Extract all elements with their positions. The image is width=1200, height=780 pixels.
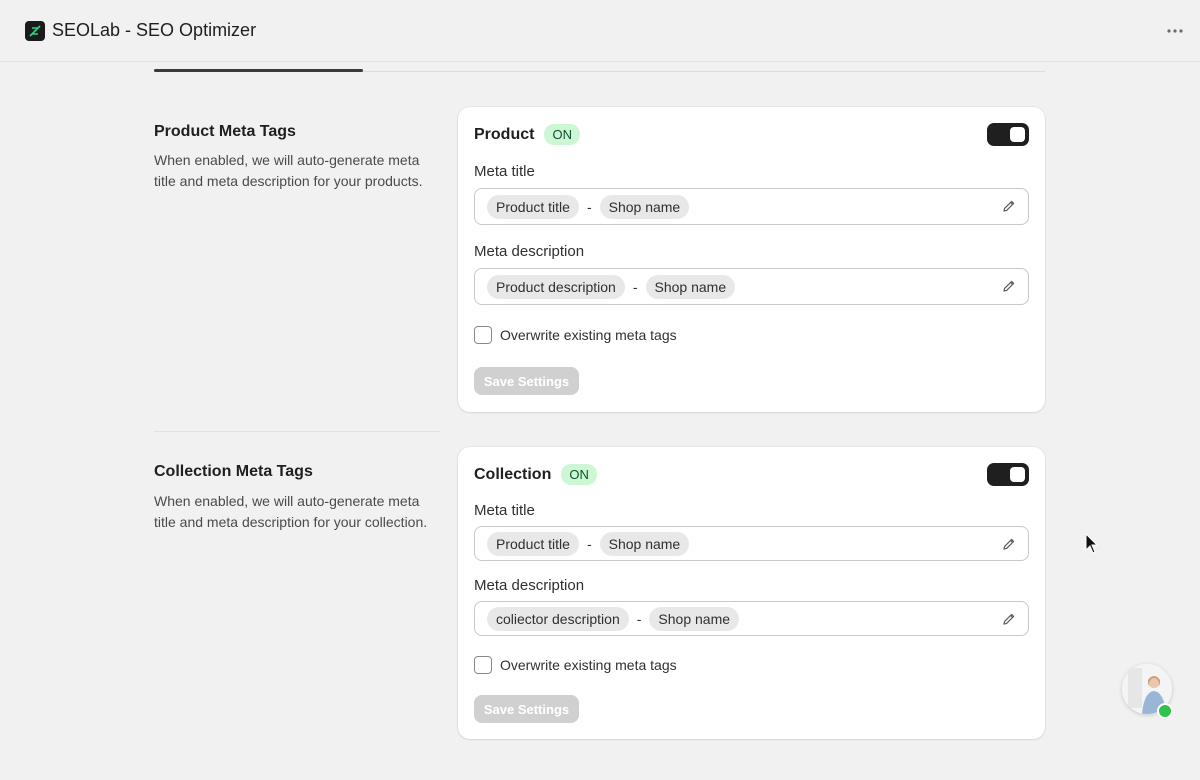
meta-description-label: Meta description: [474, 577, 585, 594]
variable-chip[interactable]: Shop name: [649, 606, 740, 631]
collection-meta-toggle[interactable]: [987, 463, 1029, 486]
pencil-icon[interactable]: [1002, 612, 1016, 626]
meta-title-label: Meta title: [474, 163, 535, 180]
variable-chip[interactable]: Product title: [487, 194, 579, 219]
collection-meta-card: Collection ON Meta title Product title -…: [458, 447, 1045, 739]
variable-chip[interactable]: Shop name: [599, 194, 690, 219]
section-divider: [154, 431, 440, 432]
collection-meta-tags-heading: Collection Meta Tags: [154, 463, 313, 480]
collection-card-header: Collection ON: [474, 464, 597, 485]
save-settings-button[interactable]: Save Settings: [474, 695, 579, 723]
app-header: SEOLab - SEO Optimizer: [0, 0, 1200, 62]
separator: -: [636, 610, 642, 627]
variable-chip[interactable]: Shop name: [599, 531, 690, 556]
product-meta-toggle[interactable]: [987, 123, 1029, 146]
overwrite-checkbox[interactable]: [474, 326, 492, 344]
variable-chip[interactable]: Product title: [487, 531, 579, 556]
online-status-dot: [1157, 703, 1173, 719]
active-tab-indicator: [154, 69, 363, 72]
toggle-knob: [1010, 127, 1025, 142]
variable-chip[interactable]: Product description: [487, 274, 625, 299]
overwrite-checkbox[interactable]: [474, 656, 492, 674]
collection-meta-description-field[interactable]: coliector description - Shop name: [474, 601, 1029, 636]
separator: -: [586, 198, 592, 215]
more-horizontal-icon[interactable]: [1166, 22, 1184, 40]
product-meta-title-field[interactable]: Product title - Shop name: [474, 188, 1029, 225]
product-meta-tags-description: When enabled, we will auto-generate meta…: [154, 152, 423, 189]
product-card-header: Product ON: [474, 124, 580, 145]
product-meta-tags-heading: Product Meta Tags: [154, 123, 296, 140]
collection-meta-tags-description: When enabled, we will auto-generate meta…: [154, 493, 428, 530]
product-card-title: Product: [474, 125, 535, 143]
toggle-knob: [1010, 467, 1025, 482]
mouse-cursor-icon: [1085, 532, 1099, 555]
pencil-icon[interactable]: [1002, 279, 1016, 293]
app-title: SEOLab - SEO Optimizer: [52, 20, 257, 40]
separator: -: [632, 278, 638, 295]
pencil-icon[interactable]: [1002, 199, 1016, 213]
collection-meta-title-field[interactable]: Product title - Shop name: [474, 526, 1029, 561]
product-meta-card: Product ON Meta title Product title - Sh…: [458, 107, 1045, 412]
overwrite-row[interactable]: Overwrite existing meta tags: [474, 326, 677, 344]
overwrite-row[interactable]: Overwrite existing meta tags: [474, 656, 677, 674]
status-badge: ON: [561, 464, 597, 485]
status-badge: ON: [544, 124, 580, 145]
meta-title-label: Meta title: [474, 502, 535, 519]
seolab-logo-icon: [25, 21, 45, 41]
overwrite-label: Overwrite existing meta tags: [500, 327, 677, 343]
overwrite-label: Overwrite existing meta tags: [500, 657, 677, 673]
collection-card-title: Collection: [474, 465, 552, 483]
meta-description-label: Meta description: [474, 243, 585, 260]
separator: -: [586, 535, 592, 552]
pencil-icon[interactable]: [1002, 537, 1016, 551]
save-settings-button[interactable]: Save Settings: [474, 367, 579, 395]
product-meta-description-field[interactable]: Product description - Shop name: [474, 268, 1029, 305]
variable-chip[interactable]: coliector description: [487, 606, 629, 631]
variable-chip[interactable]: Shop name: [645, 274, 736, 299]
